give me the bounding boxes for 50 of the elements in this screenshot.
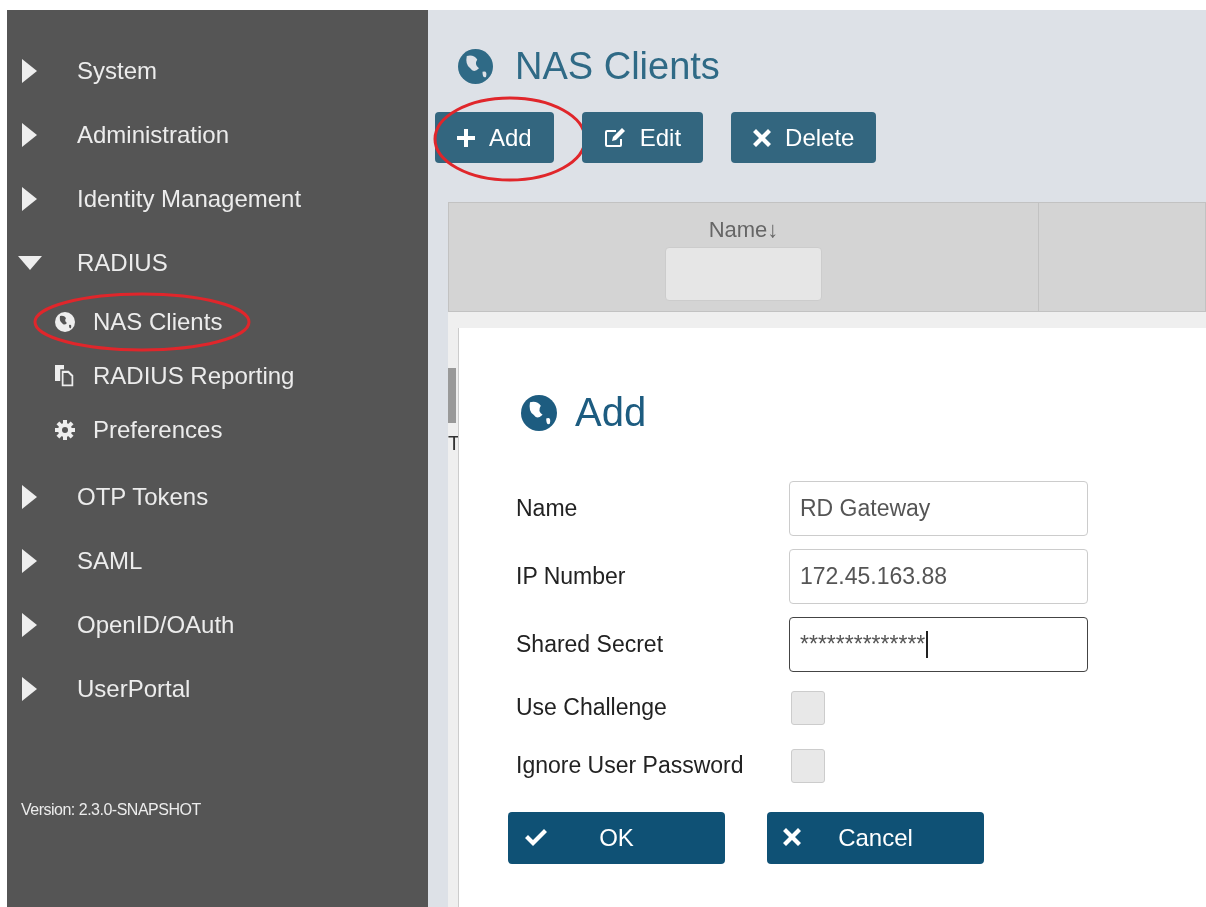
toolbar-button[interactable]: Add [435, 112, 554, 163]
close-icon [783, 828, 801, 846]
caret-icon [22, 59, 37, 83]
sidebar-item[interactable]: Administration [7, 103, 428, 167]
input-field[interactable]: RD Gateway [789, 481, 1088, 536]
sidebar-item[interactable]: OpenID/OAuth [7, 593, 428, 657]
toolbar-button[interactable]: Edit [581, 112, 704, 163]
input-field[interactable]: ************** [789, 617, 1088, 672]
field-label: Name [516, 495, 579, 522]
globe-icon [458, 48, 493, 84]
field-label: Ignore User Password [516, 752, 745, 779]
check-icon [524, 828, 548, 848]
checkbox[interactable] [791, 690, 825, 725]
sidebar-item[interactable]: SAML [7, 529, 428, 593]
sidebar-item[interactable]: Preferences [7, 403, 428, 457]
sidebar-item[interactable]: UserPortal [7, 657, 428, 721]
field-label: Use Challenge [516, 694, 668, 721]
filter-field[interactable] [665, 247, 822, 301]
dialog-title: Add [575, 390, 647, 435]
sidebar-item[interactable]: RADIUS [7, 231, 428, 295]
caret-icon [22, 123, 37, 147]
ok-button[interactable]: OK [508, 812, 725, 864]
column-header[interactable]: Name↓ [708, 217, 779, 243]
gear-icon [55, 420, 75, 440]
cancel-button[interactable]: Cancel [767, 812, 984, 864]
sidebar-item[interactable]: System [7, 39, 428, 103]
close-icon [753, 128, 772, 147]
sidebar-item[interactable]: OTP Tokens [7, 465, 428, 529]
caret-icon [22, 187, 37, 211]
version-label: Version: 2.3.0-SNAPSHOT [20, 801, 202, 819]
toolbar-button[interactable]: Delete [731, 112, 877, 163]
caret-icon [22, 549, 37, 573]
checkbox[interactable] [791, 748, 825, 783]
plus-icon [457, 128, 475, 147]
caret-icon [22, 677, 37, 701]
sidebar-item[interactable]: Identity Management [7, 167, 428, 231]
field-label: IP Number [516, 563, 627, 590]
sidebar-item[interactable]: RADIUS Reporting [7, 349, 428, 403]
globe-icon [521, 394, 557, 431]
globe-icon [55, 312, 75, 332]
document-icon [55, 365, 75, 387]
edit-icon [603, 127, 626, 148]
caret-icon [22, 613, 37, 637]
caret-icon [22, 485, 37, 509]
scrollbar-thumb[interactable] [448, 368, 456, 423]
field-label: Shared Secret [516, 631, 665, 658]
page-title: NAS Clients [515, 44, 720, 88]
sidebar-item[interactable]: NAS Clients [7, 295, 428, 349]
input-field[interactable]: 172.45.163.88 [789, 549, 1088, 604]
caret-icon [18, 256, 42, 270]
